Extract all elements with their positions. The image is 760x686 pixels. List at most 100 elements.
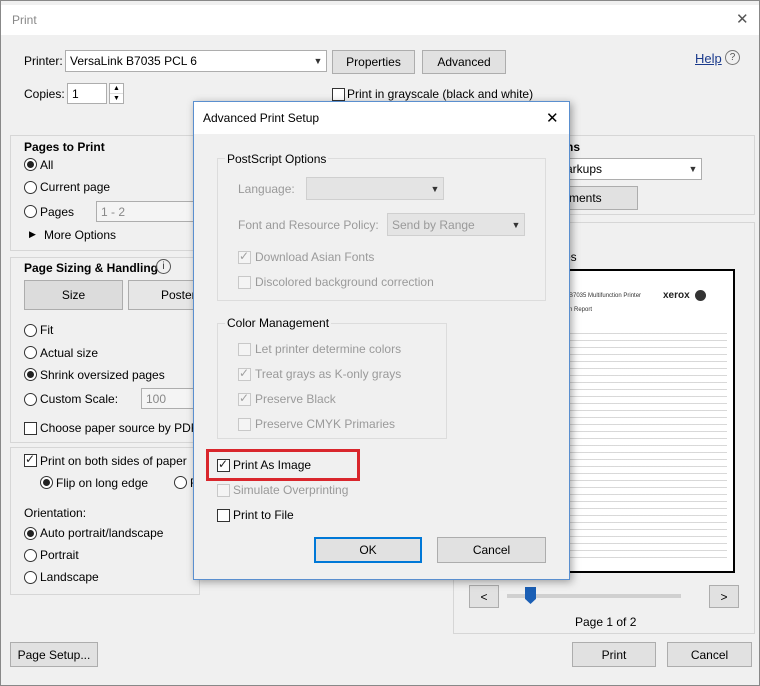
- window-title: Print: [12, 13, 37, 27]
- chevron-down-icon: ▼: [430, 183, 440, 194]
- let-printer-label: Let printer determine colors: [255, 342, 402, 356]
- download-asian-label: Download Asian Fonts: [255, 250, 375, 264]
- dialog-cancel-button[interactable]: Cancel: [437, 537, 546, 563]
- postscript-title: PostScript Options: [225, 152, 329, 166]
- pages-to-print-title: Pages to Print: [24, 140, 105, 154]
- current-page-radio[interactable]: [24, 181, 37, 194]
- custom-scale-input[interactable]: 100: [141, 388, 196, 409]
- chevron-down-icon: ▼: [688, 164, 698, 174]
- discolored-bg-label: Discolored background correction: [255, 275, 434, 289]
- all-radio[interactable]: [24, 158, 37, 171]
- help-link[interactable]: Help: [695, 51, 722, 66]
- advanced-button[interactable]: Advanced: [422, 50, 506, 74]
- landscape-label: Landscape: [40, 570, 99, 584]
- dialog-title: Advanced Print Setup: [203, 111, 320, 125]
- preview-prev-button[interactable]: <: [469, 585, 499, 608]
- language-select[interactable]: ▼: [306, 177, 444, 200]
- preserve-black-checkbox[interactable]: [238, 391, 251, 406]
- dialog-ok-button[interactable]: OK: [314, 537, 422, 563]
- more-options-arrow-icon[interactable]: ▶: [29, 229, 36, 240]
- copies-value: 1: [72, 86, 79, 101]
- fit-label: Fit: [40, 323, 54, 337]
- portrait-label: Portrait: [40, 548, 79, 562]
- copies-stepper[interactable]: ▲ ▼: [109, 83, 124, 104]
- window-titlebar: Print ✕: [1, 5, 759, 35]
- paper-source-label: Choose paper source by PDF: [40, 421, 199, 435]
- treat-grays-checkbox[interactable]: [238, 366, 251, 381]
- pages-range-value: 1 - 2: [101, 204, 126, 219]
- preview-doc-header: B7035 Multifunction Printer: [569, 293, 642, 299]
- info-icon[interactable]: i: [156, 259, 171, 274]
- print-as-image-checkbox[interactable]: [217, 457, 230, 472]
- more-options-label[interactable]: More Options: [44, 228, 116, 242]
- preview-next-button[interactable]: >: [709, 585, 739, 608]
- grayscale-checkbox[interactable]: [332, 88, 345, 101]
- let-printer-checkbox[interactable]: [238, 343, 251, 356]
- print-as-image-label: Print As Image: [233, 458, 312, 472]
- chevron-down-icon: ▼: [511, 219, 521, 230]
- orientation-title: Orientation:: [24, 506, 87, 520]
- xerox-logo: xerox: [663, 290, 690, 301]
- size-button[interactable]: Size: [24, 280, 123, 310]
- print-to-file-checkbox[interactable]: [217, 509, 230, 522]
- all-label: All: [40, 158, 54, 172]
- font-policy-label: Font and Resource Policy:: [238, 218, 379, 232]
- help-icon[interactable]: ?: [725, 50, 740, 65]
- printer-value: VersaLink B7035 PCL 6: [70, 54, 197, 68]
- printer-select[interactable]: VersaLink B7035 PCL 6 ▼: [65, 50, 327, 72]
- fit-radio[interactable]: [24, 324, 37, 337]
- actual-size-label: Actual size: [40, 346, 99, 360]
- dialog-close-icon[interactable]: ✕: [546, 109, 559, 127]
- paper-source-checkbox[interactable]: [24, 422, 37, 435]
- comments-select[interactable]: arkups ▼: [561, 158, 702, 180]
- flip-long-radio[interactable]: [40, 476, 53, 489]
- download-asian-checkbox[interactable]: [238, 249, 251, 264]
- landscape-radio[interactable]: [24, 571, 37, 584]
- xerox-logo-icon: [695, 290, 706, 301]
- page-indicator: Page 1 of 2: [575, 615, 637, 629]
- font-policy-select[interactable]: Send by Range ▼: [387, 213, 525, 236]
- custom-scale-value: 100: [146, 391, 167, 406]
- print-button[interactable]: Print: [572, 642, 656, 667]
- preserve-black-label: Preserve Black: [255, 392, 336, 406]
- treat-grays-label: Treat grays as K-only grays: [255, 367, 402, 381]
- shrink-radio[interactable]: [24, 368, 37, 381]
- custom-scale-radio[interactable]: [24, 393, 37, 406]
- dialog-titlebar: Advanced Print Setup ✕: [194, 102, 569, 134]
- duplex-orientation-group: [10, 447, 200, 595]
- advanced-print-setup-dialog: Advanced Print Setup ✕ PostScript Option…: [193, 101, 570, 580]
- current-page-label: Current page: [40, 180, 111, 194]
- properties-button[interactable]: Properties: [332, 50, 415, 74]
- portrait-radio[interactable]: [24, 549, 37, 562]
- comments-select-value: arkups: [566, 162, 603, 176]
- simulate-overprinting-checkbox[interactable]: [217, 484, 230, 497]
- copies-input[interactable]: 1: [67, 83, 107, 104]
- page-setup-button[interactable]: Page Setup...: [10, 642, 98, 667]
- auto-orientation-label: Auto portrait/landscape: [40, 526, 164, 540]
- preview-doc-sub: n Report: [569, 307, 593, 313]
- preserve-cmyk-checkbox[interactable]: [238, 418, 251, 431]
- custom-scale-label: Custom Scale:: [40, 392, 119, 406]
- preserve-cmyk-label: Preserve CMYK Primaries: [255, 417, 396, 431]
- page-sizing-title: Page Sizing & Handling: [24, 261, 159, 275]
- font-policy-value: Send by Range: [392, 217, 475, 232]
- both-sides-label: Print on both sides of paper: [40, 454, 187, 468]
- chevron-down-icon: ▼: [313, 56, 323, 66]
- simulate-overprinting-label: Simulate Overprinting: [233, 483, 349, 497]
- discolored-bg-checkbox[interactable]: [238, 276, 251, 289]
- stepper-down-icon[interactable]: ▼: [110, 94, 123, 104]
- auto-orientation-radio[interactable]: [24, 527, 37, 540]
- stepper-up-icon[interactable]: ▲: [110, 84, 123, 94]
- both-sides-checkbox[interactable]: [24, 452, 37, 467]
- flip-short-radio[interactable]: [174, 476, 187, 489]
- window-close-icon[interactable]: ✕: [736, 10, 749, 28]
- copies-label: Copies:: [24, 87, 65, 101]
- grayscale-label: Print in grayscale (black and white): [347, 87, 534, 101]
- pages-range-input[interactable]: 1 - 2: [96, 201, 196, 222]
- actual-size-radio[interactable]: [24, 346, 37, 359]
- pages-radio[interactable]: [24, 205, 37, 218]
- print-to-file-label: Print to File: [233, 508, 294, 522]
- printer-label: Printer:: [24, 54, 63, 68]
- color-management-title: Color Management: [225, 316, 332, 330]
- cancel-button[interactable]: Cancel: [667, 642, 752, 667]
